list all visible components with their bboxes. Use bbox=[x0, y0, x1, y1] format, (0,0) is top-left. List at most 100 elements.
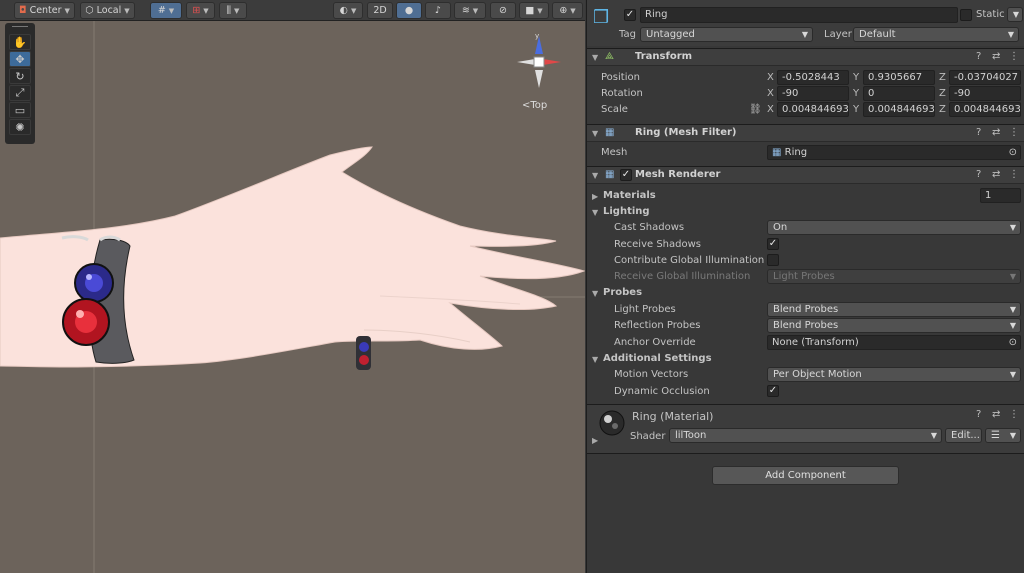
light-probes-dropdown[interactable]: Blend Probes ▼ bbox=[767, 302, 1021, 317]
gameobject-icon: ❒ bbox=[593, 7, 610, 28]
move-tool-button[interactable]: ✥ bbox=[9, 51, 31, 67]
chevron-down-icon: ▼ bbox=[570, 6, 576, 15]
grid-snapping-button[interactable]: # ▼ bbox=[150, 2, 182, 19]
light-probes-value: Blend Probes bbox=[773, 304, 839, 315]
lighting-toggle-button[interactable]: ● bbox=[396, 2, 422, 19]
rotation-y-field[interactable]: 0 bbox=[863, 86, 935, 101]
static-dropdown[interactable]: ▼ bbox=[1007, 7, 1023, 22]
object-picker-icon[interactable]: ⊙ bbox=[1009, 146, 1017, 159]
help-icon[interactable]: ? bbox=[976, 51, 981, 62]
shader-options-dropdown[interactable]: ☰ ▼ bbox=[985, 428, 1021, 443]
materials-count-field[interactable]: 1 bbox=[980, 188, 1021, 203]
menu-icon[interactable]: ⋮ bbox=[1009, 409, 1019, 420]
help-icon[interactable]: ? bbox=[976, 169, 981, 180]
mesh-filter-header[interactable]: ▼ ▦ Ring (Mesh Filter) ? ⇄ ⋮ bbox=[587, 124, 1024, 142]
edit-label: Edit... bbox=[951, 430, 980, 441]
shader-value: lilToon bbox=[675, 430, 707, 441]
anchor-override-field[interactable]: None (Transform) ⊙ bbox=[767, 335, 1021, 350]
edit-shader-button[interactable]: Edit... bbox=[945, 428, 982, 443]
foldout-arrow-icon[interactable]: ▶ bbox=[592, 436, 598, 445]
object-name-field[interactable]: Ring bbox=[640, 7, 958, 23]
motion-vectors-label: Motion Vectors bbox=[614, 369, 689, 380]
camera-settings-button[interactable]: ■ ▼ bbox=[519, 2, 549, 19]
chevron-down-icon: ▼ bbox=[168, 6, 175, 15]
scale-x-field[interactable]: 0.004844693 bbox=[777, 102, 849, 117]
toggle-2d-button[interactable]: 2D bbox=[367, 2, 393, 19]
pivot-rotation-button[interactable]: ⬡ Local ▼ bbox=[80, 2, 135, 19]
cast-shadows-value: On bbox=[773, 222, 788, 233]
pivot-label: Center bbox=[29, 5, 62, 16]
presets-icon[interactable]: ⇄ bbox=[992, 169, 1000, 180]
motion-vectors-dropdown[interactable]: Per Object Motion ▼ bbox=[767, 367, 1021, 382]
rect-tool-button[interactable]: ▭ bbox=[9, 102, 31, 118]
shading-mode-button[interactable]: ◐ ▼ bbox=[333, 2, 363, 19]
scale-tool-button[interactable]: ⤢ bbox=[9, 85, 31, 101]
static-checkbox[interactable] bbox=[960, 9, 972, 21]
grid-visibility-button[interactable]: ⊞ ▼ bbox=[186, 2, 215, 19]
layer-dropdown[interactable]: Default ▼ bbox=[853, 27, 1019, 42]
cube-icon: ⬡ bbox=[85, 5, 94, 16]
overlay-handle[interactable] bbox=[12, 26, 28, 30]
add-component-button[interactable]: Add Component bbox=[712, 466, 899, 485]
scale-z-field[interactable]: 0.004844693 bbox=[949, 102, 1021, 117]
help-icon[interactable]: ? bbox=[976, 409, 981, 420]
add-component-label: Add Component bbox=[765, 470, 846, 481]
lighting-foldout[interactable]: Lighting bbox=[603, 206, 650, 217]
transform-icon: ⟁ bbox=[605, 51, 614, 62]
shader-label: Shader bbox=[630, 431, 666, 442]
chevron-down-icon: ▼ bbox=[1009, 305, 1016, 314]
mesh-object-field[interactable]: ▦ Ring ⊙ bbox=[767, 145, 1021, 160]
increment-snap-button[interactable]: ⫼ ▼ bbox=[219, 2, 247, 19]
shader-dropdown[interactable]: lilToon ▼ bbox=[669, 428, 942, 443]
scale-icon: ⤢ bbox=[15, 86, 25, 99]
chevron-down-icon: ▼ bbox=[1009, 321, 1016, 330]
reflection-probes-dropdown[interactable]: Blend Probes ▼ bbox=[767, 318, 1021, 333]
scene-view[interactable]: ◘ Center ▼ ⬡ Local ▼ # ▼ ⊞ ▼ ⫼ ▼ ◐ ▼ 2D ● ♪ ≋ ▼ ⊘… bbox=[0, 0, 585, 573]
presets-icon[interactable]: ⇄ bbox=[992, 409, 1000, 420]
foldout-arrow-icon[interactable]: ▼ bbox=[592, 289, 598, 298]
chevron-down-icon: ▼ bbox=[124, 6, 130, 15]
active-checkbox[interactable]: ✓ bbox=[624, 9, 636, 21]
cast-shadows-dropdown[interactable]: On ▼ bbox=[767, 220, 1021, 235]
materials-foldout[interactable]: Materials bbox=[603, 190, 656, 201]
mode-2d-label: 2D bbox=[373, 5, 387, 16]
orientation-gizmo[interactable]: y bbox=[513, 32, 565, 98]
material-title: Ring (Material) bbox=[632, 410, 714, 423]
probes-foldout[interactable]: Probes bbox=[603, 287, 642, 298]
foldout-arrow-icon[interactable]: ▼ bbox=[592, 355, 598, 364]
effects-button[interactable]: ≋ ▼ bbox=[454, 2, 486, 19]
rotate-tool-button[interactable]: ↻ bbox=[9, 68, 31, 84]
position-z-field[interactable]: -0.03704027 bbox=[949, 70, 1021, 85]
help-icon[interactable]: ? bbox=[976, 127, 981, 138]
dynamic-occlusion-checkbox[interactable]: ✓ bbox=[767, 385, 779, 397]
menu-icon[interactable]: ⋮ bbox=[1009, 51, 1019, 62]
menu-icon[interactable]: ⋮ bbox=[1009, 169, 1019, 180]
gizmos-button[interactable]: ⊕ ▼ bbox=[552, 2, 583, 19]
position-y-field[interactable]: 0.9305667 bbox=[863, 70, 935, 85]
position-x-field[interactable]: -0.5028443 bbox=[777, 70, 849, 85]
tag-dropdown[interactable]: Untagged ▼ bbox=[640, 27, 813, 42]
scale-y-field[interactable]: 0.004844693 bbox=[863, 102, 935, 117]
link-icon[interactable]: ⛓ bbox=[749, 104, 762, 115]
mesh-renderer-enabled-checkbox[interactable]: ✓ bbox=[620, 169, 632, 181]
presets-icon[interactable]: ⇄ bbox=[992, 51, 1000, 62]
rotation-z-field[interactable]: -90 bbox=[949, 86, 1021, 101]
audio-toggle-button[interactable]: ♪ bbox=[425, 2, 451, 19]
contribute-gi-checkbox[interactable] bbox=[767, 254, 779, 266]
transform-header[interactable]: ▼ ⟁ Transform ? ⇄ ⋮ bbox=[587, 48, 1024, 66]
additional-settings-foldout[interactable]: Additional Settings bbox=[603, 353, 712, 364]
foldout-arrow-icon[interactable]: ▶ bbox=[592, 192, 598, 201]
presets-icon[interactable]: ⇄ bbox=[992, 127, 1000, 138]
receive-shadows-checkbox[interactable]: ✓ bbox=[767, 238, 779, 250]
hand-tool-button[interactable]: ✋ bbox=[9, 34, 31, 50]
menu-icon[interactable]: ⋮ bbox=[1009, 127, 1019, 138]
rotation-x-field[interactable]: -90 bbox=[777, 86, 849, 101]
hidden-objects-button[interactable]: ⊘ bbox=[490, 2, 516, 19]
transform-tool-button[interactable]: ✺ bbox=[9, 119, 31, 135]
chevron-down-icon: ▼ bbox=[472, 6, 479, 15]
mesh-renderer-header[interactable]: ▼ ▦ ✓ Mesh Renderer ? ⇄ ⋮ bbox=[587, 166, 1024, 184]
object-picker-icon[interactable]: ⊙ bbox=[1009, 336, 1017, 349]
foldout-arrow-icon[interactable]: ▼ bbox=[592, 208, 598, 217]
dynamic-occlusion-label: Dynamic Occlusion bbox=[614, 386, 710, 397]
pivot-center-button[interactable]: ◘ Center ▼ bbox=[14, 2, 75, 19]
